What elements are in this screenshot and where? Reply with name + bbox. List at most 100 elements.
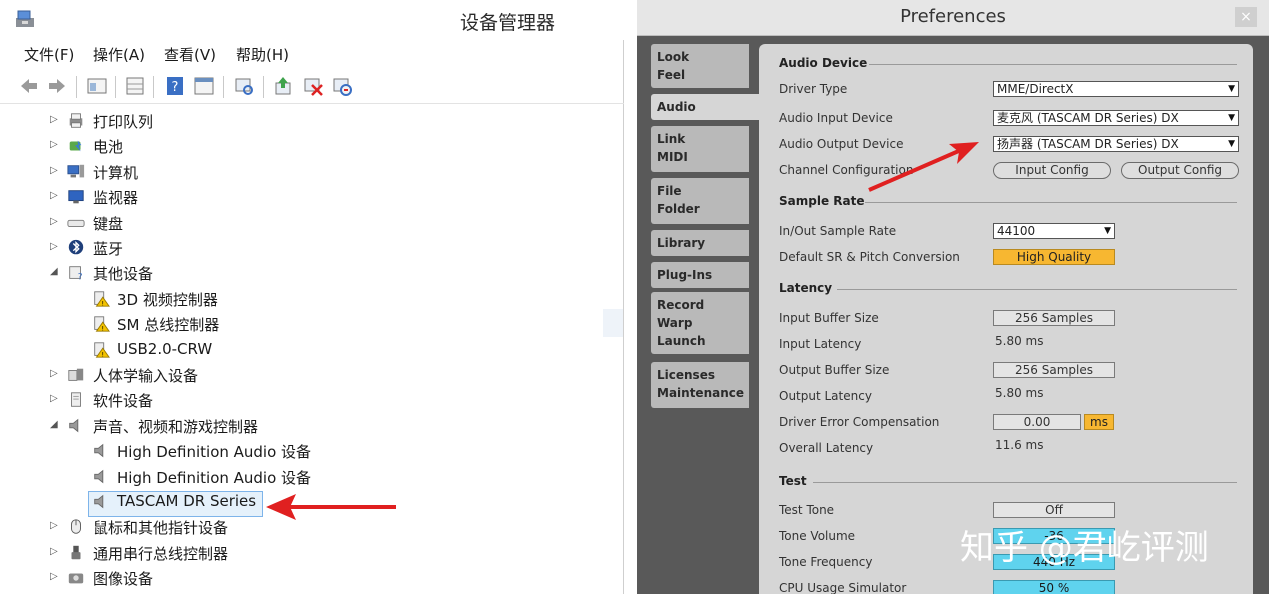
speaker-icon [69,418,79,433]
update-driver-icon[interactable] [273,75,295,97]
menu-view[interactable]: 查看(V) [164,44,216,65]
menu-help[interactable]: 帮助(H) [236,44,289,65]
annotation-arrow-right [868,142,979,192]
monitor-icon [68,190,84,204]
collapsed-arrow-icon[interactable]: ▷ [50,139,60,151]
tab-plug-ins[interactable]: Plug-Ins [651,262,749,288]
warning-device-icon: ! [94,341,110,358]
scan-icon[interactable] [233,75,255,97]
tree-child-item[interactable]: ! 3D 视频控制器 [0,287,600,311]
tree-category-item[interactable]: ▷ 监视器 [0,185,600,209]
tab-file-folder[interactable]: File Folder [651,178,749,224]
tree-item-label: 计算机 [93,163,139,182]
overall-latency-label: Overall Latency [779,441,874,455]
collapsed-arrow-icon[interactable]: ▷ [50,190,60,202]
tree-category-item[interactable]: ▷ 电池 [0,134,600,158]
audio-output-device-dropdown[interactable]: 扬声器 (TASCAM DR Series) DX ▼ [993,136,1239,152]
tree-category-item[interactable]: ◢? 其他设备 [0,261,600,285]
menu-file[interactable]: 文件(F) [24,44,74,65]
window-icon[interactable] [193,75,215,97]
toolbar-separator [76,76,77,98]
grid-icon[interactable] [124,75,146,97]
expanded-arrow-icon[interactable]: ◢ [50,266,60,278]
section-latency: Latency [779,281,833,295]
tab-audio[interactable]: Audio [651,94,763,120]
input-config-button[interactable]: Input Config [993,162,1111,179]
tree-item-label: 图像设备 [93,570,154,589]
tree-category-item[interactable]: ▷ 软件设备 [0,388,600,412]
output-config-button[interactable]: Output Config [1121,162,1239,179]
help-icon[interactable]: ? [164,75,186,97]
output-latency-value: 5.80 ms [995,386,1044,400]
svg-text:!: ! [101,325,104,332]
prefs-titlebar: Preferences × [637,0,1269,36]
tree-category-item[interactable]: ▷ 键盘 [0,211,600,235]
collapsed-arrow-icon[interactable]: ▷ [50,165,60,177]
collapsed-arrow-icon[interactable]: ▷ [50,241,60,253]
input-latency-value: 5.80 ms [995,334,1044,348]
tree-child-item[interactable]: ! SM 总线控制器 [0,312,600,336]
expanded-arrow-icon[interactable]: ◢ [50,419,60,431]
forward-arrow-icon[interactable] [46,75,68,97]
computer-props-icon[interactable] [86,75,108,97]
collapsed-arrow-icon[interactable]: ▷ [50,393,60,405]
collapsed-arrow-icon[interactable]: ▷ [50,520,60,532]
tab-library[interactable]: Library [651,230,749,256]
tree-category-item[interactable]: ▷ 人体学输入设备 [0,363,600,387]
toolbar: ? [0,70,624,104]
driver-error-compensation-field[interactable]: 0.00 [993,414,1081,430]
toolbar-separator [153,76,154,98]
high-quality-toggle[interactable]: High Quality [993,249,1115,265]
output-buffer-size-field[interactable]: 256 Samples [993,362,1115,378]
back-arrow-icon[interactable] [18,75,40,97]
annotation-arrow-left [266,494,396,520]
tree-item-label: 通用串行总线控制器 [93,544,229,563]
tree-category-item[interactable]: ▷ 通用串行总线控制器 [0,541,600,565]
tree-item-label: 监视器 [93,189,139,208]
tab-record-warp-launch[interactable]: Record Warp Launch [651,292,749,354]
divider [813,482,1237,483]
tab-look-feel[interactable]: Look Feel [651,44,749,88]
close-button[interactable]: × [1235,7,1257,27]
tree-child-item[interactable]: ! USB2.0-CRW [0,338,600,362]
tree-child-item[interactable]: High Definition Audio 设备 [0,465,600,489]
tree-child-item[interactable]: High Definition Audio 设备 [0,439,600,463]
tree-item-label: USB2.0-CRW [117,339,213,358]
ms-unit-toggle[interactable]: ms [1084,414,1114,430]
tree-item-label: 蓝牙 [93,240,124,258]
collapsed-arrow-icon[interactable]: ▷ [50,216,60,228]
toolbar-separator [115,76,116,98]
test-tone-label: Test Tone [779,503,835,517]
uninstall-device-icon[interactable] [331,75,353,97]
collapsed-arrow-icon[interactable]: ▷ [50,368,60,380]
default-sr-label: Default SR & Pitch Conversion [779,250,960,264]
speaker-icon [94,469,104,483]
collapsed-arrow-icon[interactable]: ▷ [50,546,60,558]
driver-type-label: Driver Type [779,82,848,96]
tree-category-item[interactable]: ▷ 图像设备 [0,566,600,590]
tree-category-item[interactable]: ▷ 计算机 [0,160,600,184]
cpu-usage-simulator-slider[interactable]: 50 % [993,580,1115,594]
audio-input-device-value: 麦克风 (TASCAM DR Series) DX [997,111,1179,125]
driver-type-value: MME/DirectX [997,82,1074,96]
tree-category-item[interactable]: ▷ 蓝牙 [0,236,600,260]
disable-device-icon[interactable] [302,75,324,97]
divider [865,202,1237,203]
computer-icon [67,164,85,178]
collapsed-arrow-icon[interactable]: ▷ [50,571,60,583]
inout-sample-rate-label: In/Out Sample Rate [779,224,897,238]
test-tone-toggle[interactable]: Off [993,502,1115,518]
input-buffer-size-field[interactable]: 256 Samples [993,310,1115,326]
tab-licenses-maintenance[interactable]: Licenses Maintenance [651,362,749,408]
tree-category-item[interactable]: ▷ 打印队列 [0,109,600,133]
audio-input-device-dropdown[interactable]: 麦克风 (TASCAM DR Series) DX ▼ [993,110,1239,126]
menu-bar: 文件(F) 操作(A) 查看(V) 帮助(H) [0,40,624,68]
inout-sample-rate-dropdown[interactable]: 44100 ▼ [993,223,1115,239]
collapsed-arrow-icon[interactable]: ▷ [50,114,60,126]
tree-category-item[interactable]: ◢ 声音、视频和游戏控制器 [0,414,600,438]
scrollbar-thumb[interactable] [603,309,623,337]
tab-link-midi[interactable]: Link MIDI [651,126,749,172]
driver-type-dropdown[interactable]: MME/DirectX ▼ [993,81,1239,97]
menu-action[interactable]: 操作(A) [93,44,145,65]
preferences-window: Preferences × Look Feel Audio Link MIDI Fil… [637,0,1269,594]
